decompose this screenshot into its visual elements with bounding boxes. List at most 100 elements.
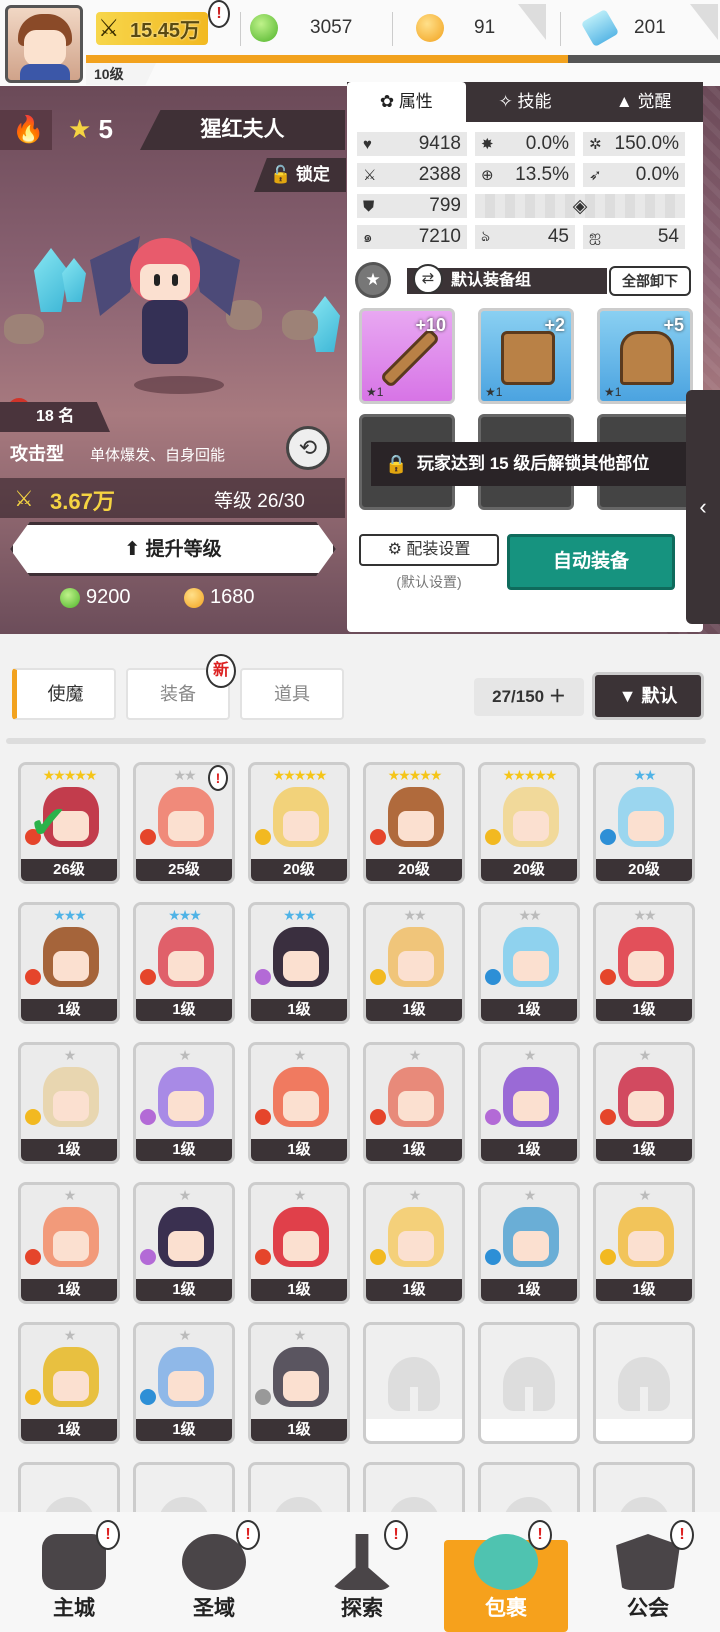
rotate-view-button[interactable]: ⟲ <box>286 426 330 470</box>
equipment-slots: +10 ★1 +2 ★1 +5 ★1 <box>359 308 693 404</box>
familiar-card[interactable]: ★ 1级 <box>363 1042 465 1164</box>
familiar-portrait: ★★★ <box>21 905 117 999</box>
upgrade-level-button[interactable]: ⬆ 提升等级 <box>10 522 336 576</box>
familiar-card[interactable]: ★ 1级 <box>133 1042 235 1164</box>
nav-sanctuary[interactable]: ! 圣域 <box>144 1512 284 1632</box>
familiar-portrait: ★ <box>596 1185 692 1279</box>
familiar-card[interactable]: ★ 1级 <box>593 1042 695 1164</box>
familiar-card[interactable]: ★ 1级 <box>133 1322 235 1444</box>
swap-arrows-icon[interactable]: ⇄ <box>413 264 443 294</box>
familiar-portrait: ★ <box>21 1045 117 1139</box>
stat-crit: ✸ 0.0% <box>475 132 575 156</box>
tab-familiars[interactable]: 使魔 <box>12 668 116 720</box>
hero-description: 单体爆发、自身回能 <box>90 447 226 464</box>
element-icon <box>600 969 616 985</box>
collapse-panel-arrow-icon[interactable]: ‹ <box>686 390 720 624</box>
familiar-stars: ★ <box>63 1047 77 1063</box>
familiar-stars: ★ <box>523 1187 537 1203</box>
familiar-level: 1级 <box>21 1419 117 1441</box>
fire-element-icon: 🔥 <box>0 110 52 150</box>
green-gem-resource[interactable]: 3057 <box>250 0 380 56</box>
player-avatar[interactable] <box>5 5 83 83</box>
dodge-icon: ➶ <box>589 167 602 184</box>
familiar-card[interactable]: ★★★ 1级 <box>248 902 350 1024</box>
panel-tabs: ✿ 属性 ✧ 技能 ▲ 觉醒 <box>347 82 703 122</box>
player-exp-bar <box>86 55 720 63</box>
familiar-level: 1级 <box>251 1419 347 1441</box>
familiar-stars: ★★★★★ <box>387 767 443 783</box>
familiar-card[interactable]: ★ 1级 <box>248 1182 350 1304</box>
nav-guild[interactable]: ! 公会 <box>578 1512 718 1632</box>
familiar-card[interactable]: ★ 1级 <box>248 1042 350 1164</box>
equip-slot-helmet[interactable]: +2 ★1 <box>478 308 574 404</box>
crystal-resource[interactable]: 201 <box>580 0 706 56</box>
tab-attributes[interactable]: ✿ 属性 <box>347 82 466 122</box>
player-exp-fill <box>86 55 568 63</box>
familiar-card[interactable]: ★ 1级 <box>18 1182 120 1304</box>
tab-awaken[interactable]: ▲ 觉醒 <box>584 82 703 122</box>
nav-bag[interactable]: ! 包裹 <box>436 1512 576 1632</box>
familiar-card[interactable]: ★ 1级 <box>18 1042 120 1164</box>
familiar-portrait: ★★! <box>136 765 232 859</box>
familiar-card[interactable]: ★★ 1级 <box>363 902 465 1024</box>
familiar-card[interactable]: ★★ 1级 <box>478 902 580 1024</box>
auto-equip-button[interactable]: 自动装备 <box>507 534 675 590</box>
empty-slot[interactable] <box>593 1322 695 1444</box>
empty-slot[interactable] <box>478 1322 580 1444</box>
tab-skills[interactable]: ✧ 技能 <box>466 82 585 122</box>
familiar-card[interactable]: ★★ 20级 <box>593 762 695 884</box>
familiar-level: 1级 <box>251 1139 347 1161</box>
familiar-card[interactable]: ★★ 1级 <box>593 902 695 1024</box>
familiar-stars: ★★★★★ <box>502 767 558 783</box>
familiar-card[interactable]: ★★★★★ 20级 <box>363 762 465 884</box>
unequip-all-button[interactable]: 全部卸下 <box>609 266 691 296</box>
familiar-card[interactable]: ★★★★★ ✔ 26级 <box>18 762 120 884</box>
nav-explore[interactable]: ! 探索 <box>292 1512 432 1632</box>
equip-group-row: ★ 默认装备组 ⇄ 全部卸下 <box>347 262 703 298</box>
equip-slot-armor[interactable]: +5 ★1 <box>597 308 693 404</box>
element-icon <box>485 1109 501 1125</box>
familiar-card[interactable]: ★ 1级 <box>478 1182 580 1304</box>
hero-name: 猩红夫人 <box>140 110 345 150</box>
tab-items[interactable]: 道具 <box>240 668 344 720</box>
familiar-card[interactable]: ★★★★★ 20级 <box>248 762 350 884</box>
familiar-card[interactable]: ★★★★★ 20级 <box>478 762 580 884</box>
familiar-portrait: ★★★ <box>136 905 232 999</box>
familiar-card[interactable]: ★★! 25级 <box>133 762 235 884</box>
element-icon <box>25 969 41 985</box>
familiar-portrait: ★★★★★ <box>481 765 577 859</box>
star-icon[interactable]: ★ <box>355 262 391 298</box>
gold-coin-icon <box>416 14 444 42</box>
familiar-card[interactable]: ★ 1级 <box>18 1322 120 1444</box>
gold-count: 91 <box>474 17 496 38</box>
familiar-card[interactable]: ★ 1级 <box>478 1042 580 1164</box>
alert-badge: ! <box>208 765 228 791</box>
familiar-card[interactable]: ★ 1级 <box>248 1322 350 1444</box>
familiar-stars: ★★★ <box>168 907 202 923</box>
familiar-card[interactable]: ★ 1级 <box>363 1182 465 1304</box>
equip-slot-weapon[interactable]: +10 ★1 <box>359 308 455 404</box>
heart-icon: ♥ <box>363 135 372 153</box>
lock-button[interactable]: 🔓 锁定 <box>254 158 346 192</box>
familiar-portrait: ★ <box>481 1045 577 1139</box>
config-area: ⚙ 配装设置 (默认设置) 自动装备 <box>359 532 693 594</box>
player-level: 10级 <box>86 63 156 85</box>
lock-label: 锁定 <box>295 165 330 184</box>
familiar-stars: ★★ <box>518 907 541 923</box>
empty-slot[interactable] <box>363 1322 465 1444</box>
familiar-card[interactable]: ★★★ 1级 <box>133 902 235 1024</box>
familiar-stars: ★ <box>63 1327 77 1343</box>
familiar-level: 1级 <box>136 1419 232 1441</box>
nav-main-city[interactable]: ! 主城 <box>4 1512 144 1632</box>
loadout-settings-button[interactable]: ⚙ 配装设置 <box>359 534 499 566</box>
familiar-card[interactable]: ★★★ 1级 <box>18 902 120 1024</box>
familiar-card[interactable]: ★ 1级 <box>133 1182 235 1304</box>
crossed-swords-icon: ⚔ <box>98 15 120 42</box>
inventory-scrollbar[interactable] <box>6 738 706 744</box>
familiar-stars: ★ <box>178 1187 192 1203</box>
sort-dropdown[interactable]: ▼ 默认 <box>592 672 704 720</box>
inventory-count[interactable]: 27/150 ＋ <box>474 678 584 716</box>
gold-resource[interactable]: 91 <box>416 0 526 56</box>
familiar-stars: ★ <box>293 1327 307 1343</box>
familiar-card[interactable]: ★ 1级 <box>593 1182 695 1304</box>
